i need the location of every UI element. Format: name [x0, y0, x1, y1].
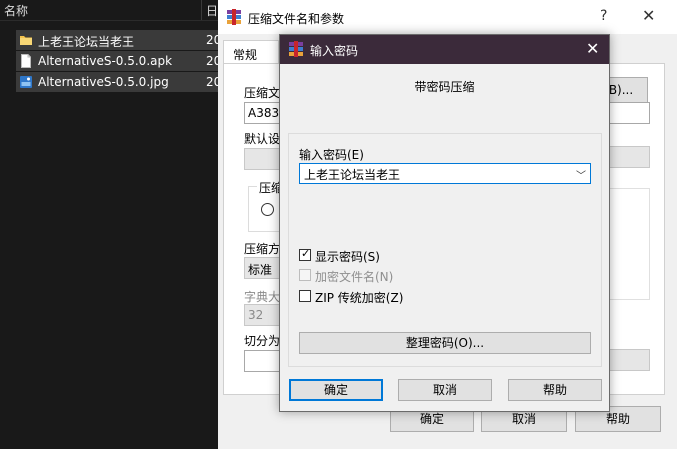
- file-icon: [21, 54, 31, 68]
- password-value: 上老王论坛当老王: [304, 168, 401, 182]
- column-separator[interactable]: [201, 0, 202, 20]
- password-label: 输入密码(E): [299, 148, 364, 162]
- zip-legacy-encryption-checkbox[interactable]: [299, 290, 311, 302]
- default-profile-label: 默认设: [244, 132, 281, 146]
- help-icon[interactable]: ?: [600, 8, 607, 24]
- compression-method-label: 压缩方: [244, 242, 281, 256]
- column-name[interactable]: 名称: [4, 2, 28, 19]
- password-dialog-titlebar[interactable]: 输入密码 ✕: [280, 35, 609, 64]
- winrar-icon: [289, 41, 303, 57]
- zip-legacy-encryption-label[interactable]: ZIP 传统加密(Z): [315, 289, 403, 306]
- jpeg-image-icon: [20, 76, 32, 88]
- encrypt-filenames-checkbox[interactable]: [299, 269, 311, 281]
- organize-passwords-button[interactable]: 整理密码(O)...: [299, 332, 591, 354]
- split-volumes-label: 切分为: [244, 334, 281, 348]
- archive-dialog-titlebar[interactable]: 压缩文件名和参数 ? ✕: [218, 0, 677, 34]
- password-input[interactable]: 上老王论坛当老王 ﹀: [299, 163, 591, 184]
- show-password-label[interactable]: 显示密码(S): [315, 248, 380, 265]
- enter-password-dialog: 输入密码 ✕ 带密码压缩 输入密码(E) 上老王论坛当老王 ﹀ ✓ 显示密码(S…: [279, 34, 610, 412]
- close-icon[interactable]: ✕: [586, 39, 599, 58]
- explorer-column-header: 名称 日: [0, 0, 220, 21]
- file-name: 上老王论坛当老王: [38, 35, 135, 49]
- password-ok-button[interactable]: 确定: [289, 379, 383, 401]
- password-help-button[interactable]: 帮助: [508, 379, 602, 401]
- checkmark-icon: ✓: [301, 247, 311, 260]
- file-row-apk[interactable]: AlternativeS-0.5.0.apk 20: [16, 51, 220, 71]
- file-row-jpg[interactable]: AlternativeS-0.5.0.jpg 20: [16, 72, 220, 92]
- dictionary-size-label: 字典大: [244, 290, 281, 304]
- password-dialog-subtitle: 带密码压缩: [414, 80, 475, 94]
- dictionary-size-value: 32: [248, 308, 264, 322]
- password-cancel-button[interactable]: 取消: [398, 379, 492, 401]
- file-name: AlternativeS-0.5.0.apk: [38, 54, 173, 68]
- winrar-icon: [227, 9, 241, 25]
- archive-name-label: 压缩文: [244, 86, 281, 100]
- file-name: AlternativeS-0.5.0.jpg: [38, 75, 169, 89]
- file-explorer: 名称 日 上老王论坛当老王 20 AlternativeS-0.5.0.apk …: [0, 0, 220, 449]
- browse-button-label: B)...: [608, 83, 634, 97]
- file-row-folder[interactable]: 上老王论坛当老王 20: [16, 30, 220, 50]
- show-password-checkbox[interactable]: ✓: [299, 247, 311, 261]
- folder-icon: [20, 36, 32, 45]
- tab-general-label: 常规: [233, 48, 258, 62]
- format-radio[interactable]: [261, 203, 274, 216]
- tab-general[interactable]: 常规: [223, 40, 279, 65]
- compression-method-value: 标准: [248, 263, 273, 277]
- password-dialog-title: 输入密码: [310, 44, 359, 58]
- archive-dialog-title: 压缩文件名和参数: [248, 12, 345, 26]
- chevron-down-icon[interactable]: ﹀: [576, 167, 586, 182]
- close-icon[interactable]: ✕: [642, 6, 655, 25]
- encrypt-filenames-label[interactable]: 加密文件名(N): [315, 268, 393, 285]
